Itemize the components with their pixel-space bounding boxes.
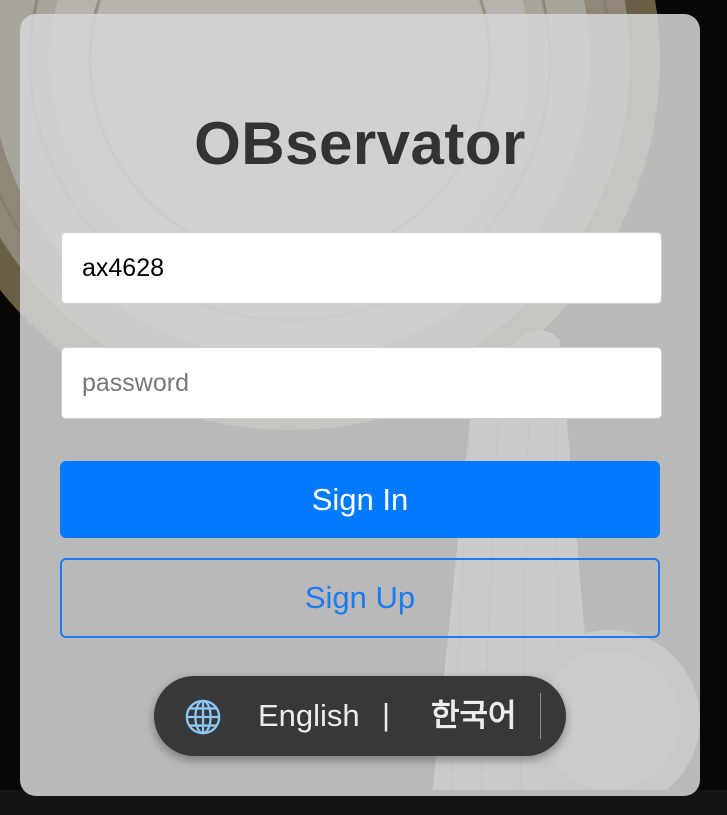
sign-in-button[interactable]: Sign In: [60, 461, 660, 538]
language-separator: |: [382, 697, 391, 732]
language-english-option[interactable]: English: [258, 676, 360, 756]
language-korean-option[interactable]: 한국어: [431, 676, 517, 756]
divider: [540, 693, 541, 739]
sign-up-button[interactable]: Sign Up: [60, 558, 660, 638]
login-card: OBservator Sign In Sign Up English | 한국어: [20, 14, 700, 796]
language-switcher: English | 한국어: [154, 676, 566, 756]
password-input[interactable]: [61, 347, 662, 419]
app-title: OBservator: [194, 110, 526, 177]
globe-icon: [185, 699, 221, 735]
username-input[interactable]: [61, 232, 662, 304]
